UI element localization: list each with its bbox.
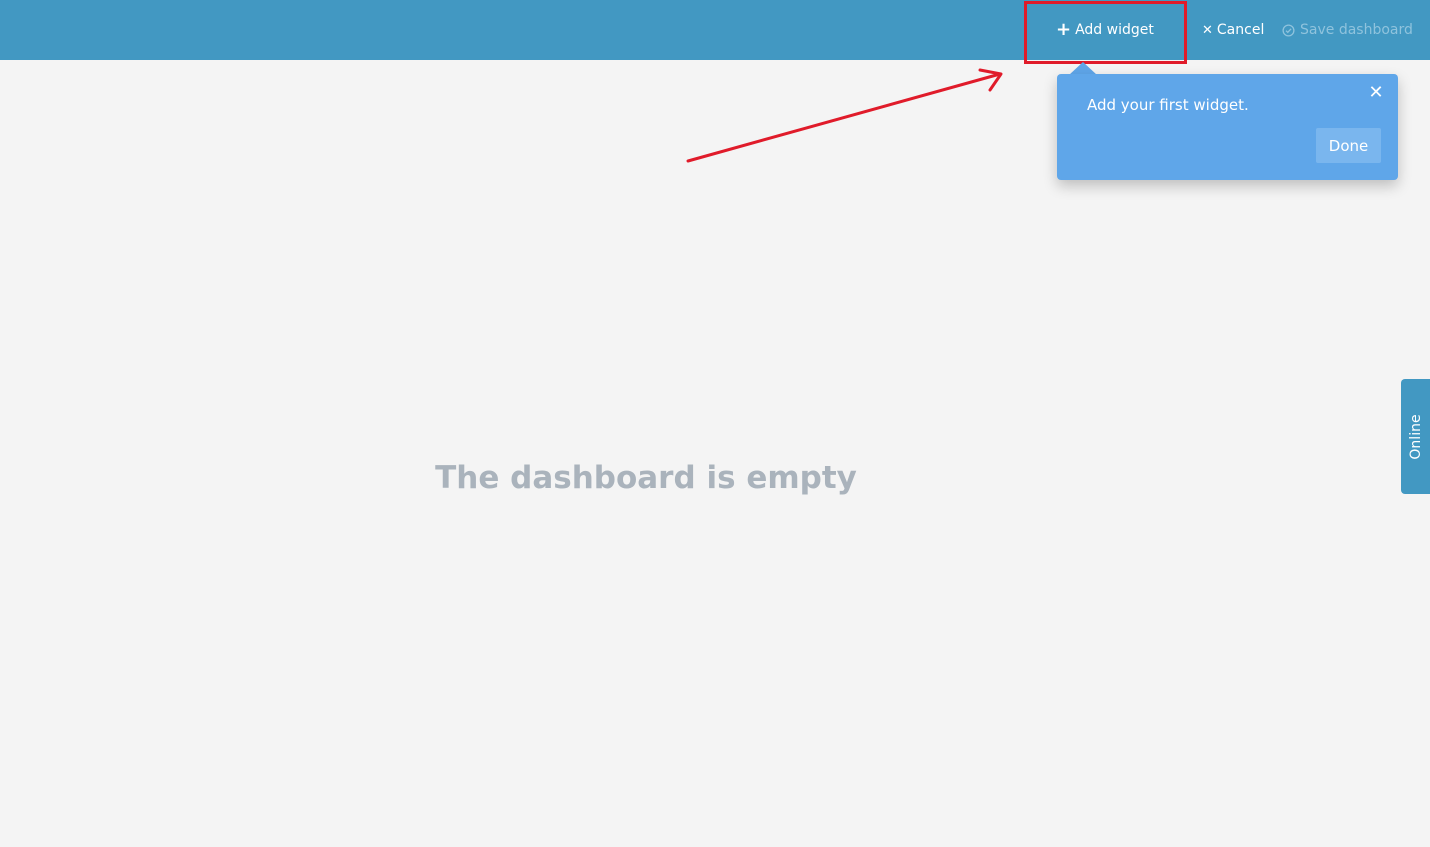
online-side-tab[interactable]: Online [1401, 379, 1430, 494]
top-toolbar: + Add widget ✕ Cancel Save dashboard [0, 0, 1430, 60]
add-widget-button[interactable]: + Add widget [1056, 0, 1176, 60]
plus-icon: + [1056, 19, 1072, 40]
cancel-button[interactable]: ✕ Cancel [1202, 0, 1264, 60]
tooltip-message: Add your first widget. [1087, 96, 1249, 114]
done-button[interactable]: Done [1316, 128, 1381, 163]
online-tab-label: Online [1407, 413, 1424, 460]
add-widget-label: Add widget [1075, 22, 1154, 38]
close-icon: ✕ [1202, 22, 1213, 38]
close-icon: ✕ [1368, 81, 1384, 103]
onboarding-tooltip: Add your first widget. ✕ Done [1057, 74, 1398, 180]
check-circle-icon [1282, 23, 1295, 37]
empty-dashboard-message: The dashboard is empty [435, 460, 857, 496]
save-dashboard-button[interactable]: Save dashboard [1282, 0, 1413, 60]
cancel-label: Cancel [1216, 22, 1265, 38]
tooltip-close-button[interactable]: ✕ [1366, 81, 1386, 103]
save-dashboard-label: Save dashboard [1300, 22, 1413, 38]
